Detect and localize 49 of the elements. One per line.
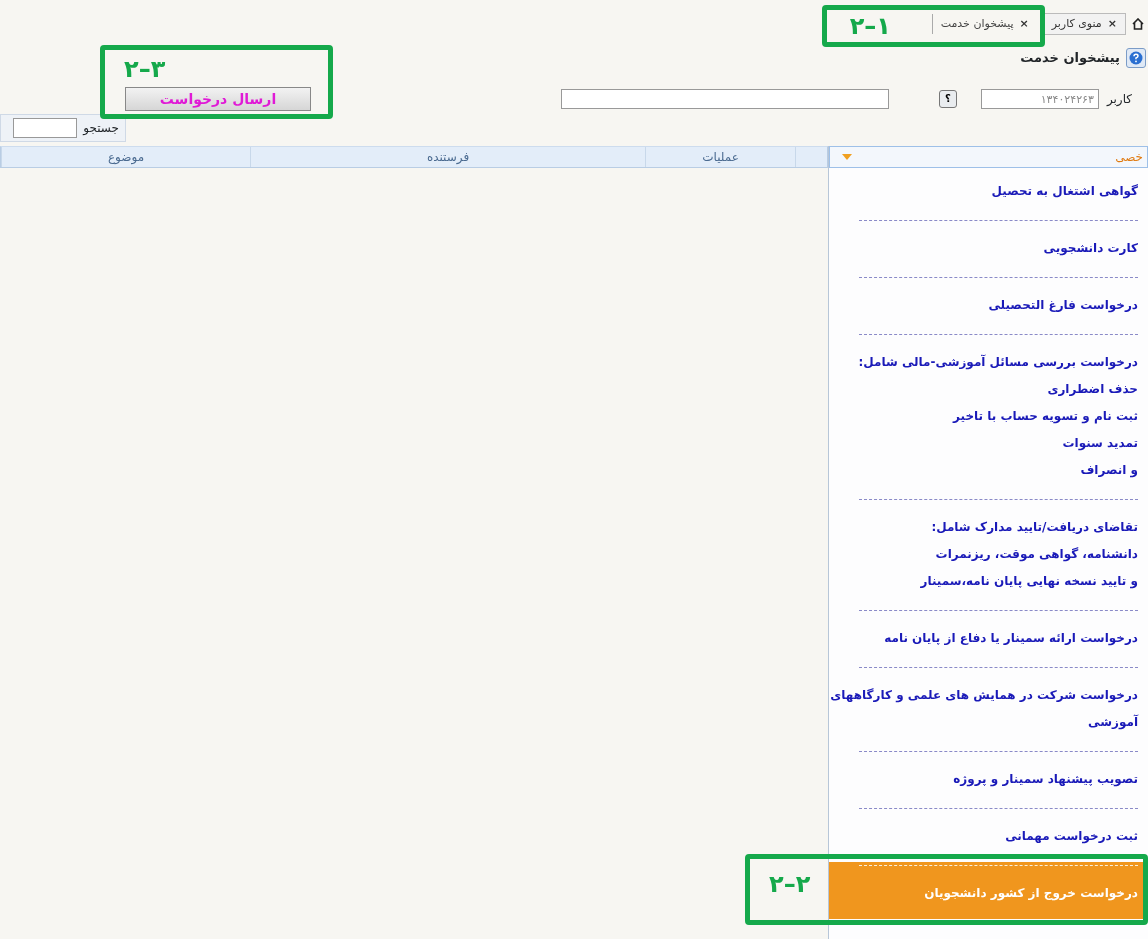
- service-item[interactable]: تصویب پیشنهاد سمینار و پروژه: [829, 748, 1148, 805]
- help-icon: [1129, 51, 1143, 65]
- service-link[interactable]: درخواست بررسی مسائل آموزشی-مالی شامل:: [829, 349, 1138, 376]
- close-icon[interactable]: ×: [1019, 15, 1029, 33]
- service-item[interactable]: کارت دانشجویی: [829, 217, 1148, 274]
- field-label: کاربر: [1106, 91, 1132, 108]
- user-field[interactable]: ۱۳۴۰۲۴۲۶۳: [980, 89, 1099, 109]
- search-field[interactable]: [13, 118, 78, 138]
- service-link[interactable]: درخواست فارغ التحصیلی: [829, 292, 1138, 319]
- service-link[interactable]: درخواست ارائه سمینار یا دفاع از پایان نامه: [829, 625, 1138, 652]
- service-link[interactable]: ثبت درخواست مهمانی: [829, 823, 1138, 850]
- service-link[interactable]: درخواست شرکت در همایش های علمی و کارگاههای: [829, 682, 1138, 709]
- service-item[interactable]: درخواست فارغ التحصیلی: [829, 274, 1148, 331]
- tab-label: منوی کاربر: [1051, 15, 1102, 32]
- service-item[interactable]: درخواست ارائه سمینار یا دفاع از پایان نامه: [829, 607, 1148, 664]
- service-item[interactable]: گواهی اشتغال به تحصیل: [829, 168, 1148, 217]
- service-link[interactable]: تمدید سنوات: [829, 430, 1138, 457]
- column-header[interactable]: فرستنده: [250, 147, 645, 167]
- service-link[interactable]: ثبت نام و تسویه حساب با تاخیر: [829, 403, 1138, 430]
- service-link[interactable]: حذف اضطراری: [829, 376, 1138, 403]
- tab[interactable]: × منوی کاربر: [1042, 12, 1126, 36]
- panel-title: خصی: [1115, 149, 1143, 166]
- service-link[interactable]: کارت دانشجویی: [829, 235, 1138, 262]
- tab-label: پیشخوان خدمت: [940, 15, 1014, 32]
- close-icon[interactable]: ×: [1107, 15, 1117, 33]
- service-item[interactable]: تقاضای دریافت/تایید مدارک شامل: دانشنامه، گواهی موقت، ریزنمرات و تایید نسخه نهایی پایان نامه،سمینار: [829, 496, 1148, 607]
- service-item[interactable]: درخواست بررسی مسائل آموزشی-مالی شامل: حذف اضطراری ثبت نام و تسویه حساب با تاخیر تمدید سنوات و انصراف: [829, 331, 1148, 496]
- input-field[interactable]: [560, 89, 889, 109]
- lookup-button[interactable]: ؟: [938, 90, 957, 108]
- caret-icon: [842, 154, 852, 160]
- search-label: جستجو: [83, 120, 119, 137]
- service-link[interactable]: گواهی اشتغال به تحصیل: [829, 178, 1138, 205]
- column-header[interactable]: عملیات: [645, 147, 795, 167]
- tab[interactable]: × پیشخوان خدمت: [931, 13, 1037, 35]
- column-header[interactable]: موضوع: [1, 147, 250, 167]
- home-icon[interactable]: [1132, 18, 1144, 30]
- service-link[interactable]: و انصراف: [829, 457, 1138, 484]
- annotation-label: ۲–۲: [769, 872, 811, 896]
- service-link[interactable]: و تایید نسخه نهایی پایان نامه،سمینار: [829, 568, 1138, 595]
- annotation-label: ۲–۱: [849, 13, 891, 38]
- page-title: پیشخوان خدمت: [1020, 49, 1120, 68]
- service-item[interactable]: درخواست شرکت در همایش های علمی و کارگاههای آموزشی: [829, 664, 1148, 748]
- service-item[interactable]: ثبت درخواست مهمانی: [829, 805, 1148, 862]
- service-link[interactable]: دانشنامه، گواهی موقت، ریزنمرات: [829, 541, 1138, 568]
- annotation-label: ۲–۳: [124, 57, 166, 81]
- service-link[interactable]: تقاضای دریافت/تایید مدارک شامل:: [829, 514, 1138, 541]
- service-link[interactable]: آموزشی: [829, 709, 1138, 736]
- service-link[interactable]: تصویب پیشنهاد سمینار و پروژه: [829, 766, 1138, 793]
- help-button[interactable]: [1126, 48, 1146, 68]
